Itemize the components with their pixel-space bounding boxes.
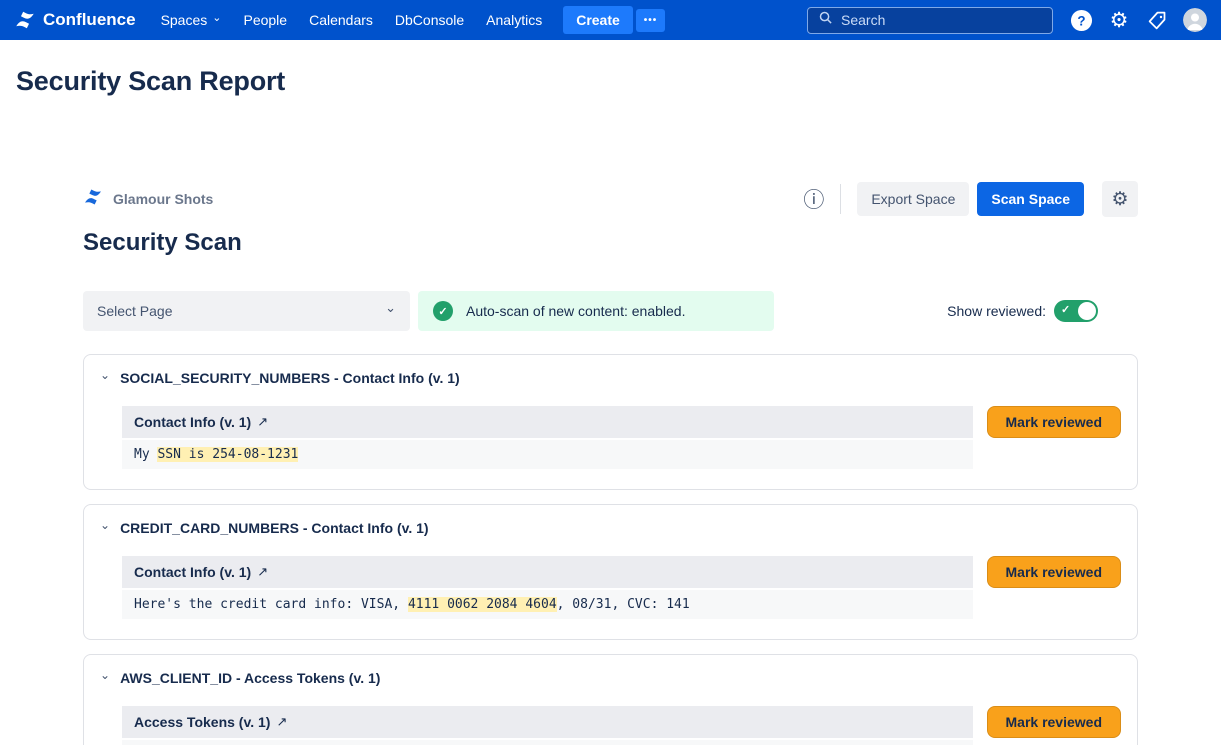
search-icon [818, 10, 833, 30]
nav-item-spaces[interactable]: Spaces ⌄ [150, 0, 233, 40]
excerpt-snippet: Here's the credit card info: VISA, 4111 … [122, 590, 973, 619]
finding-card-header[interactable]: ⌄ CREDIT_CARD_NUMBERS - Contact Info (v.… [100, 520, 1121, 536]
chevron-down-icon: ⌄ [212, 13, 221, 24]
select-page-dropdown[interactable]: Select Page ⌄ [83, 291, 410, 331]
finding-title: SOCIAL_SECURITY_NUMBERS - Contact Info (… [120, 370, 460, 386]
snippet-prefix: My [134, 447, 157, 462]
create-button[interactable]: Create [563, 6, 633, 34]
top-navigation: Confluence Spaces ⌄ People Calendars DbC… [0, 0, 1221, 40]
snippet-suffix: , 08/31, CVC: 141 [557, 597, 690, 612]
help-icon[interactable]: ? [1069, 8, 1093, 32]
excerpt-block: Contact Info (v. 1) ↗ My SSN is 254-08-1… [122, 406, 973, 469]
svg-text:?: ? [1077, 13, 1085, 28]
snippet-highlight: 4111 0062 2084 4604 [408, 597, 557, 612]
chevron-down-icon: ⌄ [385, 300, 396, 316]
section-heading: Security Scan [83, 229, 1138, 257]
finding-card: ⌄ SOCIAL_SECURITY_NUMBERS - Contact Info… [83, 354, 1138, 490]
gear-icon: ⚙ [1111, 190, 1128, 209]
excerpt-source-label: Contact Info (v. 1) [134, 564, 251, 580]
confluence-logo[interactable]: Confluence [14, 9, 136, 31]
gear-glyph: ⚙ [1110, 10, 1129, 31]
autoscan-text: Auto-scan of new content: enabled. [466, 303, 685, 319]
nav-item-dbconsole[interactable]: DbConsole [384, 0, 475, 40]
finding-card-body: Contact Info (v. 1) ↗ Here's the credit … [100, 556, 1121, 619]
mark-reviewed-button[interactable]: Mark reviewed [987, 556, 1122, 588]
autoscan-banner: ✓ Auto-scan of new content: enabled. [418, 291, 774, 331]
finding-card: ⌄ CREDIT_CARD_NUMBERS - Contact Info (v.… [83, 504, 1138, 640]
show-reviewed-control: Show reviewed: ✓ [947, 300, 1138, 322]
finding-card: ⌄ AWS_CLIENT_ID - Access Tokens (v. 1) A… [83, 654, 1138, 745]
finding-card-header[interactable]: ⌄ SOCIAL_SECURITY_NUMBERS - Contact Info… [100, 370, 1121, 386]
search-box[interactable] [807, 7, 1053, 34]
nav-item-spaces-label: Spaces [161, 0, 208, 40]
page-title: Security Scan Report [16, 66, 1205, 97]
finding-title: CREDIT_CARD_NUMBERS - Contact Info (v. 1… [120, 520, 429, 536]
show-reviewed-label: Show reviewed: [947, 303, 1046, 319]
confluence-logo-icon [14, 9, 36, 31]
finding-card-body: Contact Info (v. 1) ↗ My SSN is 254-08-1… [100, 406, 1121, 469]
excerpt-source[interactable]: Contact Info (v. 1) ↗ [122, 556, 973, 588]
nav-icon-group: ? ⚙ [1069, 8, 1207, 32]
mark-reviewed-button[interactable]: Mark reviewed [987, 406, 1122, 438]
nav-item-people[interactable]: People [232, 0, 298, 40]
info-icon[interactable]: ⓘ [803, 184, 824, 214]
excerpt-source[interactable]: Access Tokens (v. 1) ↗ [122, 706, 973, 738]
gear-icon[interactable]: ⚙ [1107, 8, 1131, 32]
create-more-button[interactable]: ••• [636, 9, 666, 32]
check-circle-icon: ✓ [433, 301, 453, 321]
excerpt-source-label: Access Tokens (v. 1) [134, 714, 270, 730]
finding-card-body: Access Tokens (v. 1) ↗ AWS Key: AKIA3WAX… [100, 706, 1121, 745]
settings-button[interactable]: ⚙ [1102, 181, 1138, 217]
mark-reviewed-button[interactable]: Mark reviewed [987, 706, 1122, 738]
user-avatar[interactable] [1183, 8, 1207, 32]
check-icon: ✓ [1061, 304, 1070, 317]
brand-name: Confluence [43, 10, 136, 30]
excerpt-snippet: AWS Key: AKIA3WAXW700SMVLM4YX [122, 740, 973, 745]
external-link-icon[interactable]: ↗ [257, 564, 268, 580]
show-reviewed-toggle[interactable]: ✓ [1054, 300, 1098, 322]
search-input[interactable] [841, 12, 1042, 28]
export-space-button[interactable]: Export Space [857, 182, 969, 216]
space-name: Glamour Shots [113, 191, 213, 207]
finding-title: AWS_CLIENT_ID - Access Tokens (v. 1) [120, 670, 380, 686]
nav-item-analytics[interactable]: Analytics [475, 0, 553, 40]
excerpt-block: Access Tokens (v. 1) ↗ AWS Key: AKIA3WAX… [122, 706, 973, 745]
space-icon [83, 187, 103, 212]
main-content: Glamour Shots ⓘ Export Space Scan Space … [83, 181, 1138, 745]
scan-space-button[interactable]: Scan Space [977, 182, 1084, 216]
findings-list: ⌄ SOCIAL_SECURITY_NUMBERS - Contact Info… [83, 354, 1138, 745]
space-breadcrumb[interactable]: Glamour Shots [83, 187, 213, 212]
excerpt-block: Contact Info (v. 1) ↗ Here's the credit … [122, 556, 973, 619]
tag-icon[interactable] [1145, 8, 1169, 32]
snippet-prefix: Here's the credit card info: VISA, [134, 597, 408, 612]
excerpt-snippet: My SSN is 254-08-1231 [122, 440, 973, 469]
external-link-icon[interactable]: ↗ [276, 714, 287, 730]
excerpt-source-label: Contact Info (v. 1) [134, 414, 251, 430]
header-actions: ⓘ Export Space Scan Space ⚙ [803, 181, 1138, 217]
select-page-label: Select Page [97, 303, 173, 319]
divider [840, 184, 841, 214]
chevron-down-icon: ⌄ [100, 368, 110, 382]
nav-item-calendars[interactable]: Calendars [298, 0, 384, 40]
check-glyph: ✓ [438, 305, 447, 318]
toggle-knob [1078, 302, 1096, 320]
chevron-down-icon: ⌄ [100, 668, 110, 682]
excerpt-source[interactable]: Contact Info (v. 1) ↗ [122, 406, 973, 438]
finding-card-header[interactable]: ⌄ AWS_CLIENT_ID - Access Tokens (v. 1) [100, 670, 1121, 686]
controls-row: Select Page ⌄ ✓ Auto-scan of new content… [83, 291, 1138, 331]
snippet-highlight: SSN is 254-08-1231 [157, 447, 298, 462]
content-header: Glamour Shots ⓘ Export Space Scan Space … [83, 181, 1138, 217]
external-link-icon[interactable]: ↗ [257, 414, 268, 430]
chevron-down-icon: ⌄ [100, 518, 110, 532]
